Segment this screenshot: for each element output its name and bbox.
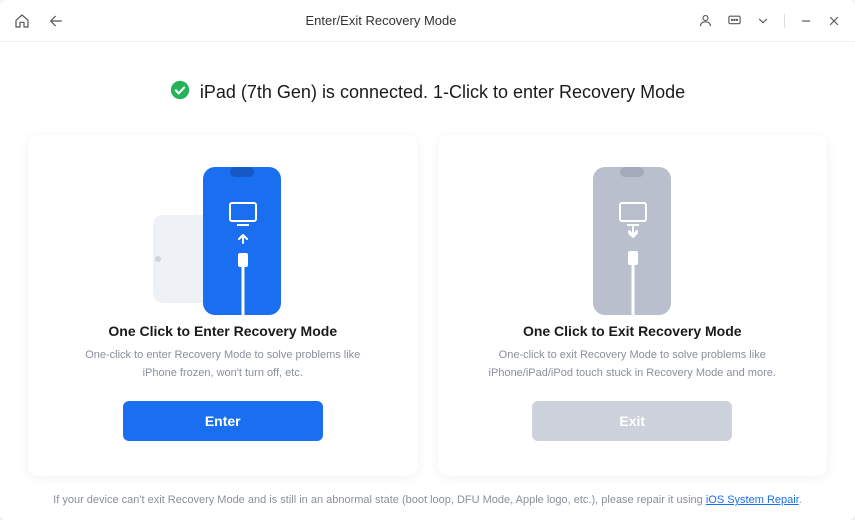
header-bar: Enter/Exit Recovery Mode — [0, 0, 855, 42]
enter-card-title: One Click to Enter Recovery Mode — [108, 323, 337, 339]
close-icon[interactable] — [827, 14, 841, 28]
exit-card-desc: One-click to exit Recovery Mode to solve… — [468, 347, 798, 387]
header-divider — [784, 14, 785, 28]
main-content: iPad (7th Gen) is connected. 1-Click to … — [0, 42, 855, 520]
footer-note: If your device can't exit Recovery Mode … — [28, 476, 827, 520]
ios-system-repair-link[interactable]: iOS System Repair — [706, 494, 799, 506]
exit-recovery-card: One Click to Exit Recovery Mode One-clic… — [438, 135, 828, 476]
footer-text-suffix: . — [799, 494, 802, 506]
exit-button[interactable]: Exit — [532, 401, 732, 441]
feedback-icon[interactable] — [727, 13, 742, 28]
exit-card-title: One Click to Exit Recovery Mode — [523, 323, 742, 339]
enter-card-desc: One-click to enter Recovery Mode to solv… — [58, 347, 388, 387]
home-icon[interactable] — [14, 13, 30, 29]
status-row: iPad (7th Gen) is connected. 1-Click to … — [28, 42, 827, 135]
status-text: iPad (7th Gen) is connected. 1-Click to … — [200, 82, 685, 103]
enter-button[interactable]: Enter — [123, 401, 323, 441]
chevron-down-icon[interactable] — [756, 14, 770, 28]
window-title: Enter/Exit Recovery Mode — [64, 13, 698, 28]
check-circle-icon — [170, 80, 190, 105]
footer-text-prefix: If your device can't exit Recovery Mode … — [53, 494, 706, 506]
back-icon[interactable] — [48, 13, 64, 29]
header-right-group — [698, 13, 841, 28]
enter-illustration — [58, 155, 388, 315]
enter-recovery-card: One Click to Enter Recovery Mode One-cli… — [28, 135, 418, 476]
exit-illustration — [468, 155, 798, 315]
app-window: Enter/Exit Recovery Mode — [0, 0, 855, 520]
minimize-icon[interactable] — [799, 14, 813, 28]
header-left-group — [14, 13, 64, 29]
cards-row: One Click to Enter Recovery Mode One-cli… — [28, 135, 827, 476]
account-icon[interactable] — [698, 13, 713, 28]
